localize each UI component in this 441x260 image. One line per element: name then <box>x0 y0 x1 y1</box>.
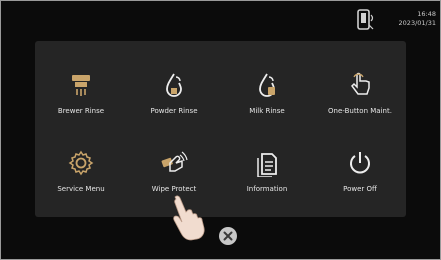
close-icon <box>223 231 233 241</box>
status-bar: 16:48 2023/01/31 <box>1 1 440 37</box>
power-icon <box>350 152 370 174</box>
document-icon <box>257 153 277 177</box>
clock-time: 16:48 <box>417 10 436 18</box>
machine-screen: 16:48 2023/01/31 Brewer Rinse Powder Rin… <box>0 0 441 260</box>
close-button[interactable] <box>219 227 237 245</box>
menu-item-label: Service Menu <box>57 185 105 193</box>
powder-rinse-icon <box>166 73 182 97</box>
menu-item-milk-rinse[interactable]: Milk Rinse <box>221 69 313 129</box>
pointing-hand-icon <box>173 195 205 241</box>
clock-date: 2023/01/31 <box>398 19 436 27</box>
menu-item-powder-rinse[interactable]: Powder Rinse <box>128 69 220 129</box>
menu-item-label: Milk Rinse <box>249 107 285 115</box>
maintenance-menu-panel: Brewer Rinse Powder Rinse Milk Rinse One… <box>35 41 406 217</box>
menu-item-label: Brewer Rinse <box>57 107 105 115</box>
menu-item-label: Powder Rinse <box>150 107 198 115</box>
phone-connection-icon <box>357 9 374 30</box>
menu-item-label: One-Button Maint. <box>328 107 392 115</box>
menu-item-information[interactable]: Information <box>221 147 313 207</box>
milk-rinse-icon <box>259 73 275 97</box>
menu-item-service-menu[interactable]: Service Menu <box>35 147 127 207</box>
menu-item-one-button-maint[interactable]: One-Button Maint. <box>314 69 406 129</box>
menu-item-power-off[interactable]: Power Off <box>314 147 406 207</box>
menu-item-label: Power Off <box>343 185 377 193</box>
menu-item-label: Information <box>246 185 288 193</box>
touch-hand-icon <box>351 72 370 95</box>
gear-icon <box>68 150 94 176</box>
brewer-rinse-icon <box>72 75 90 96</box>
menu-item-brewer-rinse[interactable]: Brewer Rinse <box>35 69 127 129</box>
wipe-protect-icon <box>161 151 188 172</box>
clock: 16:48 2023/01/31 <box>399 10 436 28</box>
